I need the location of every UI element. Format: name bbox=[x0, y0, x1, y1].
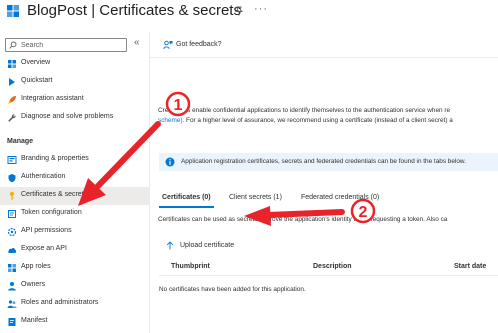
sidebar-item-label: Roles and administrators bbox=[21, 299, 99, 306]
sidebar-item-label: Branding & properties bbox=[21, 155, 89, 162]
tab-client-secrets[interactable]: Client secrets (1) bbox=[229, 194, 282, 201]
feedback-link[interactable]: Got feedback? bbox=[176, 41, 222, 48]
tab-description: Certificates can be used as secrets to p… bbox=[158, 216, 448, 223]
sidebar-item-label: Expose an API bbox=[21, 245, 67, 252]
info-text: Application registration certificates, s… bbox=[181, 158, 466, 165]
intro-link[interactable]: scheme). bbox=[158, 117, 184, 124]
sidebar-item-diagnose[interactable]: Diagnose and solve problems bbox=[0, 109, 149, 127]
sidebar-item-owners[interactable]: Owners bbox=[0, 277, 149, 295]
sidebar-item-label: Quickstart bbox=[21, 77, 53, 84]
sidebar-item-overview[interactable]: Overview bbox=[0, 55, 149, 73]
sidebar-item-certificates-secrets[interactable]: Certificates & secrets bbox=[0, 187, 149, 205]
table-header-divider bbox=[159, 275, 498, 276]
cloud-icon bbox=[8, 247, 17, 253]
info-banner: Application registration certificates, s… bbox=[159, 153, 498, 171]
sidebar-item-label: Token configuration bbox=[21, 209, 82, 216]
authentication-icon bbox=[8, 174, 16, 183]
intro-line-1: Credentials enable confidential applicat… bbox=[158, 107, 451, 114]
search-box[interactable] bbox=[5, 38, 127, 52]
sidebar-item-authentication[interactable]: Authentication bbox=[0, 169, 149, 187]
column-header-start-date[interactable]: Start date bbox=[454, 263, 486, 270]
column-header-thumbprint[interactable]: Thumbprint bbox=[171, 263, 210, 270]
sidebar-item-manifest[interactable]: Manifest bbox=[0, 313, 149, 331]
branding-icon bbox=[7, 156, 17, 164]
sidebar-item-label: Owners bbox=[21, 281, 46, 288]
page-title: BlogPost | Certificates & secrets bbox=[27, 2, 241, 19]
intro-line-2-text: For a higher level of assurance, we reco… bbox=[184, 117, 453, 124]
sidebar-item-label: API permissions bbox=[21, 227, 72, 234]
app-roles-icon bbox=[8, 264, 16, 272]
sidebar-item-token-configuration[interactable]: Token configuration bbox=[0, 205, 149, 223]
sidebar-item-expose-an-api[interactable]: Expose an API bbox=[0, 241, 149, 259]
feedback-icon[interactable] bbox=[163, 40, 173, 50]
collapse-sidebar-icon[interactable]: « bbox=[134, 37, 140, 48]
pin-icon[interactable] bbox=[234, 6, 244, 16]
page-header: BlogPost | Certificates & secrets ··· bbox=[0, 0, 498, 26]
sidebar: « Overview Quickstart Integration assist… bbox=[0, 32, 150, 333]
roles-icon bbox=[7, 300, 17, 308]
sidebar-item-api-permissions[interactable]: API permissions bbox=[0, 223, 149, 241]
sidebar-item-integration-assistant[interactable]: Integration assistant bbox=[0, 91, 149, 109]
tab-federated-credentials[interactable]: Federated credentials (0) bbox=[301, 194, 379, 201]
sidebar-item-label: App roles bbox=[21, 263, 51, 270]
token-icon bbox=[8, 210, 16, 218]
sidebar-item-label: Certificates & secrets bbox=[21, 191, 88, 198]
app-registration-icon bbox=[7, 5, 19, 17]
intro-text: Credentials enable confidential applicat… bbox=[158, 106, 498, 126]
sidebar-item-label: Overview bbox=[21, 59, 51, 66]
sidebar-item-label: Authentication bbox=[21, 173, 66, 180]
manifest-icon bbox=[8, 318, 16, 326]
sidebar-item-label: Integration assistant bbox=[21, 95, 84, 102]
active-tab-indicator bbox=[159, 206, 214, 208]
upload-certificate-label: Upload certificate bbox=[180, 242, 235, 249]
rocket-icon bbox=[8, 96, 16, 104]
empty-table-message: No certificates have been added for this… bbox=[159, 286, 306, 293]
info-icon bbox=[165, 157, 175, 167]
sidebar-item-app-roles[interactable]: App roles bbox=[0, 259, 149, 277]
search-input[interactable] bbox=[21, 40, 121, 50]
more-options-icon[interactable]: ··· bbox=[254, 3, 268, 15]
sidebar-item-branding[interactable]: Branding & properties bbox=[0, 151, 149, 169]
tab-certificates[interactable]: Certificates (0) bbox=[162, 194, 211, 201]
overview-icon bbox=[8, 60, 16, 68]
divider bbox=[150, 57, 498, 58]
search-icon bbox=[9, 41, 17, 49]
sidebar-item-quickstart[interactable]: Quickstart bbox=[0, 73, 149, 91]
owners-icon bbox=[8, 282, 16, 291]
main-content: Got feedback? Credentials enable confide… bbox=[150, 32, 498, 333]
upload-icon bbox=[166, 241, 174, 250]
column-header-description[interactable]: Description bbox=[313, 263, 352, 270]
key-icon bbox=[9, 191, 15, 200]
api-permissions-icon bbox=[7, 227, 17, 237]
wrench-icon bbox=[8, 114, 16, 122]
sidebar-item-label: Diagnose and solve problems bbox=[21, 113, 114, 120]
intro-line-2: scheme). For a higher level of assurance… bbox=[158, 116, 498, 126]
quickstart-icon bbox=[9, 78, 15, 86]
sidebar-item-label: Manifest bbox=[21, 317, 48, 324]
manage-section-title: Manage bbox=[7, 138, 34, 145]
sidebar-item-roles-and-administrators[interactable]: Roles and administrators bbox=[0, 295, 149, 313]
